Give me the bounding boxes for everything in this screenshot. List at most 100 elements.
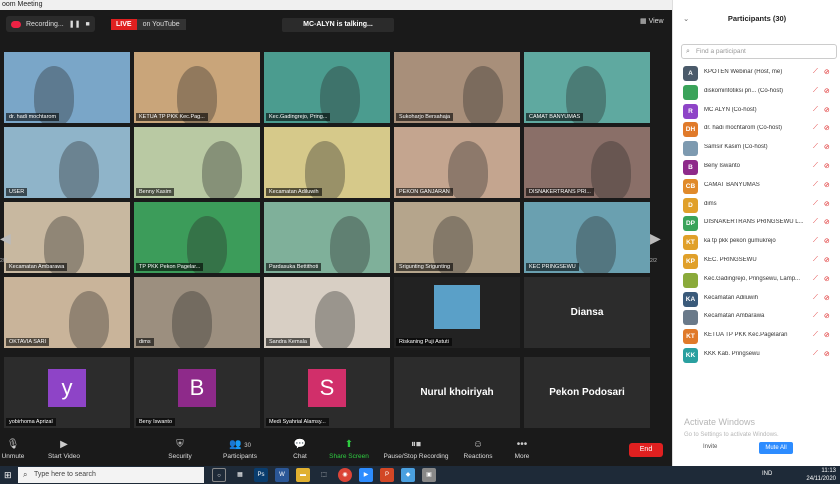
video-tile[interactable]: dr. hadi mochtarom — [4, 52, 130, 123]
unmute-button[interactable]: 🎙 Unmute — [0, 439, 26, 460]
video-off-icon[interactable]: ⊘ — [824, 106, 830, 114]
video-off-icon[interactable]: ⊘ — [824, 181, 830, 189]
participant-row[interactable]: Samsir Kasim (Co-host) ⟋ ⊘ — [681, 139, 839, 158]
mic-muted-icon[interactable]: ⟋ — [813, 294, 818, 302]
video-tile[interactable]: OKTAVIA SARI — [4, 277, 130, 348]
video-off-icon[interactable]: ⊘ — [824, 200, 830, 208]
taskbar-search-input[interactable]: ⌕ Type here to search — [18, 467, 204, 483]
live-stream-indicator[interactable]: LIVE on YouTube — [111, 17, 186, 31]
zoom-icon[interactable]: ▶ — [359, 468, 373, 482]
participant-search-input[interactable]: ⌕ Find a participant — [681, 44, 837, 59]
video-tile[interactable]: Kecamatan Ambarawa — [4, 202, 130, 273]
video-tile[interactable]: Kecamatan Adiluwih — [264, 127, 390, 198]
participant-row[interactable]: CB CAMAT BANYUMAS ⟋ ⊘ — [681, 177, 839, 196]
page-prev-arrow[interactable]: ◀ — [0, 230, 11, 247]
video-off-icon[interactable]: ⊘ — [824, 350, 830, 358]
video-tile[interactable]: USER — [4, 127, 130, 198]
mic-muted-icon[interactable]: ⟋ — [813, 275, 818, 283]
video-tile[interactable]: Pekon Podosari — [524, 357, 650, 428]
start-video-button[interactable]: ▶ Start Video — [42, 439, 86, 460]
participant-row[interactable]: KP KEC. PRINGSEWU ⟋ ⊘ — [681, 252, 839, 271]
mic-muted-icon[interactable]: ⟋ — [813, 181, 818, 189]
video-off-icon[interactable]: ⊘ — [824, 87, 830, 95]
video-tile[interactable]: PEKON GANJARAN — [394, 127, 520, 198]
mic-muted-icon[interactable]: ⟋ — [813, 237, 818, 245]
video-tile[interactable]: Riskaning Puji Astuti — [394, 277, 520, 348]
view-button[interactable]: ▦ View — [640, 17, 664, 25]
video-off-icon[interactable]: ⊘ — [824, 237, 830, 245]
chat-button[interactable]: 💬 Chat — [286, 439, 314, 460]
participant-row[interactable]: Ddims ⟋ ⊘ — [681, 196, 839, 215]
participant-row[interactable]: KT ka tp pkk pekon gumukrejo ⟋ ⊘ — [681, 233, 839, 252]
participant-row[interactable]: KK KKK Kab. Pringsewu ⟋ ⊘ — [681, 346, 839, 365]
photoshop-icon[interactable]: Ps — [254, 468, 268, 482]
app-icon-2[interactable]: ▣ — [422, 468, 436, 482]
mic-muted-icon[interactable]: ⟋ — [813, 87, 818, 95]
reactions-button[interactable]: ☺ Reactions — [460, 439, 496, 460]
end-meeting-button[interactable]: End — [629, 443, 663, 457]
participant-row[interactable]: A KPOTEN Webinar (Host, me) ⟋ ⊘ — [681, 64, 839, 83]
video-tile[interactable]: TP PKK Pekon Pagelar... — [134, 202, 260, 273]
participant-row[interactable]: Kecamatan Ambarawa ⟋ ⊘ — [681, 308, 839, 327]
mic-muted-icon[interactable]: ⟋ — [813, 200, 818, 208]
video-tile[interactable]: B Beny Iswanto — [134, 357, 260, 428]
video-off-icon[interactable]: ⊘ — [824, 331, 830, 339]
folder-icon[interactable]: ▬ — [296, 468, 310, 482]
windows-start-icon[interactable]: ⊞ — [4, 470, 14, 480]
video-tile[interactable]: Benny Kasim — [134, 127, 260, 198]
video-off-icon[interactable]: ⊘ — [824, 218, 830, 226]
mic-muted-icon[interactable]: ⟋ — [813, 218, 818, 226]
powerpoint-icon[interactable]: P — [380, 468, 394, 482]
store-icon[interactable]: ⬚ — [317, 468, 331, 482]
word-icon[interactable]: W — [275, 468, 289, 482]
participants-button[interactable]: 👥 30 Participants — [218, 439, 262, 460]
security-button[interactable]: ⛨ Security — [160, 439, 200, 460]
video-tile[interactable]: KEC PRINGSEWU — [524, 202, 650, 273]
video-tile[interactable]: Pardasuka Bettithoti — [264, 202, 390, 273]
mic-muted-icon[interactable]: ⟋ — [813, 143, 818, 151]
video-tile[interactable]: DISNAKERTRANS PRI... — [524, 127, 650, 198]
chrome-icon[interactable]: ◉ — [338, 468, 352, 482]
video-tile[interactable]: CAMAT BANYUMAS — [524, 52, 650, 123]
pause-stop-recording-button[interactable]: ⏸⏹ Pause/Stop Recording — [380, 439, 452, 460]
participant-row[interactable]: DH dr. hadi mochtarom (Co-host) ⟋ ⊘ — [681, 120, 839, 139]
app-icon[interactable]: ◆ — [401, 468, 415, 482]
video-tile[interactable]: Srigunting Srigunting — [394, 202, 520, 273]
mic-muted-icon[interactable]: ⟋ — [813, 312, 818, 320]
invite-button[interactable]: Invite — [703, 444, 717, 450]
video-off-icon[interactable]: ⊘ — [824, 124, 830, 132]
system-clock[interactable]: 11:13 24/11/2020 — [806, 467, 836, 483]
mic-muted-icon[interactable]: ⟋ — [813, 124, 818, 132]
mute-all-button[interactable]: Mute All — [759, 442, 793, 454]
chevron-down-icon[interactable]: ⌄ — [683, 14, 689, 23]
participant-row[interactable]: KT KETUA TP PKK Kec.Pagelaran ⟋ ⊘ — [681, 327, 839, 346]
video-tile[interactable]: y yobirhoma Aprizal — [4, 357, 130, 428]
video-tile[interactable]: Nurul khoiriyah — [394, 357, 520, 428]
participant-row[interactable]: Kec.Gadingrejo, Pringsewu, Lamp... ⟋ ⊘ — [681, 271, 839, 290]
video-off-icon[interactable]: ⊘ — [824, 256, 830, 264]
participant-row[interactable]: diskominfotiksi pri... (Co-host) ⟋ ⊘ — [681, 83, 839, 102]
video-tile[interactable]: S Medi Syahrial Alamsy... — [264, 357, 390, 428]
task-view-icon[interactable]: ○ — [212, 468, 226, 482]
pause-icon[interactable]: ❚❚ — [69, 20, 81, 28]
video-tile[interactable]: Diansa — [524, 277, 650, 348]
video-off-icon[interactable]: ⊘ — [824, 162, 830, 170]
participant-row[interactable]: R MC ALYN (Co-host) ⟋ ⊘ — [681, 102, 839, 121]
mic-muted-icon[interactable]: ⟋ — [813, 256, 818, 264]
participant-row[interactable]: B Beny Iswanto ⟋ ⊘ — [681, 158, 839, 177]
video-off-icon[interactable]: ⊘ — [824, 312, 830, 320]
grid-app-icon[interactable]: ▦ — [233, 468, 247, 482]
video-tile[interactable]: dims — [134, 277, 260, 348]
stop-icon[interactable]: ■ — [85, 21, 89, 28]
video-off-icon[interactable]: ⊘ — [824, 275, 830, 283]
mic-muted-icon[interactable]: ⟋ — [813, 68, 818, 76]
video-off-icon[interactable]: ⊘ — [824, 68, 830, 76]
language-indicator[interactable]: IND — [762, 471, 772, 477]
page-next-arrow[interactable]: ▶ — [650, 230, 661, 247]
mic-muted-icon[interactable]: ⟋ — [813, 162, 818, 170]
more-button[interactable]: ••• More — [508, 439, 536, 460]
participant-row[interactable]: DP DISNAKERTRANS PRINGSEWU L... ⟋ ⊘ — [681, 214, 839, 233]
video-off-icon[interactable]: ⊘ — [824, 143, 830, 151]
mic-muted-icon[interactable]: ⟋ — [813, 331, 818, 339]
share-screen-button[interactable]: ⬆ Share Screen — [326, 439, 372, 460]
